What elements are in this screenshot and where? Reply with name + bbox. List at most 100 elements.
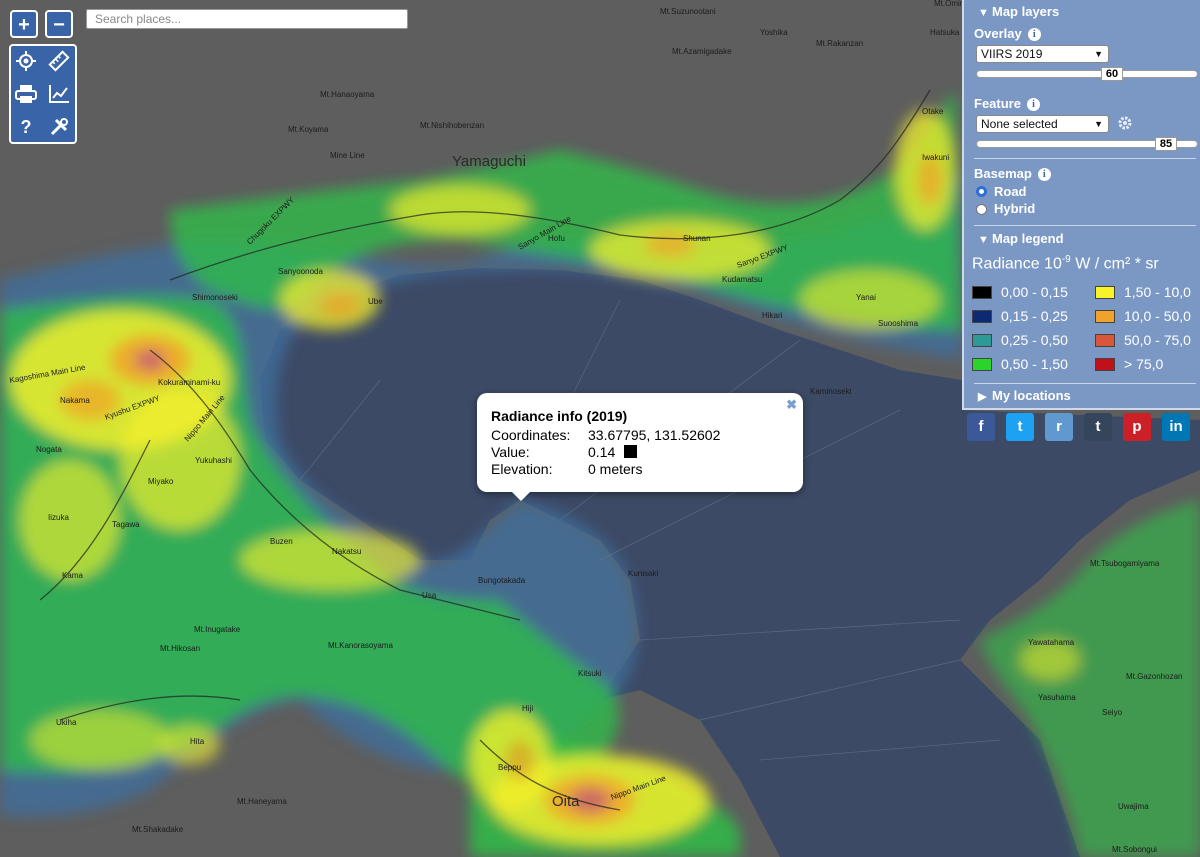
pinterest-icon[interactable]: p (1123, 413, 1151, 441)
tumblr-icon[interactable]: t (1084, 413, 1112, 441)
map-label: Hita (190, 737, 205, 746)
locate-icon[interactable] (11, 46, 41, 76)
map-label: Iizuka (48, 513, 69, 522)
feature-select-value: None selected (981, 117, 1058, 131)
map-label: Buzen (270, 537, 293, 546)
close-icon[interactable]: ✖ (786, 397, 797, 413)
feature-opacity-value[interactable]: 85 (1155, 137, 1177, 151)
map-layers-title: Map layers (992, 4, 1060, 19)
chevron-down-icon: ▼ (978, 234, 989, 246)
map-label: Suooshima (878, 319, 919, 328)
help-icon[interactable]: ? (11, 112, 41, 142)
map-label: Usa (422, 591, 437, 600)
overlay-select-value: VIIRS 2019 (981, 47, 1043, 61)
my-locations-header[interactable]: ▶ My locations (964, 385, 1071, 407)
divider (974, 158, 1196, 159)
twitter-icon[interactable]: t (1006, 413, 1034, 441)
legend-swatch (972, 334, 992, 347)
basemap-hybrid-label[interactable]: Hybrid (994, 201, 1035, 216)
linkedin-icon[interactable]: in (1162, 413, 1190, 441)
overlay-label: Overlay (974, 26, 1022, 41)
ruler-icon[interactable] (44, 46, 74, 76)
basemap-road-radio[interactable] (976, 186, 987, 197)
basemap-label: Basemap (974, 166, 1032, 181)
reddit-icon[interactable]: r (1045, 413, 1073, 441)
map-label: Kaminoseki (810, 387, 852, 396)
legend-unit-prefix: Radiance 10 (972, 255, 1062, 273)
legend-range-label: 1,50 - 10,0 (1124, 284, 1191, 300)
map-label: Mt.Tsubogamiyama (1090, 559, 1160, 568)
legend-unit-exponent: -9 (1061, 254, 1071, 265)
basemap-road-label[interactable]: Road (994, 184, 1027, 199)
print-icon[interactable] (11, 79, 41, 109)
gear-icon[interactable] (1117, 115, 1133, 131)
map-label: Hiji (522, 704, 533, 713)
legend-range-label: > 75,0 (1124, 356, 1164, 372)
tool-panel: ? (9, 44, 77, 144)
overlay-opacity-slider[interactable] (976, 70, 1198, 78)
map-label: Seiyo (1102, 708, 1123, 717)
legend-swatch (1095, 310, 1115, 323)
value-label: Value: (491, 444, 530, 460)
legend-swatch (1095, 286, 1115, 299)
facebook-icon[interactable]: f (967, 413, 995, 441)
feature-section: Feature i (974, 96, 1040, 111)
popup-title: Radiance info (2019) (491, 408, 628, 424)
legend-range-label: 50,0 - 75,0 (1124, 332, 1191, 348)
overlay-opacity-value[interactable]: 60 (1101, 67, 1123, 81)
tools-icon[interactable] (44, 112, 74, 142)
zoom-out-button[interactable]: − (45, 10, 73, 38)
map-layers-header[interactable]: ▼ Map layers (964, 1, 1059, 23)
divider (974, 383, 1196, 384)
legend-unit-suffix: W / cm² * sr (1070, 255, 1159, 273)
chart-icon[interactable] (44, 79, 74, 109)
feature-select[interactable]: None selected ▼ (976, 115, 1109, 133)
map-label: Shimonoseki (192, 293, 238, 302)
legend-swatch (972, 358, 992, 371)
map-label: Beppu (498, 763, 521, 772)
map-legend-title: Map legend (992, 231, 1064, 246)
info-icon[interactable]: i (1037, 168, 1051, 181)
legend-swatch (1095, 334, 1115, 347)
elevation-label: Elevation: (491, 461, 553, 477)
basemap-hybrid-radio[interactable] (976, 204, 987, 215)
feature-label: Feature (974, 96, 1021, 111)
map-label: Uwajima (1118, 802, 1149, 811)
zoom-in-button[interactable]: + (10, 10, 38, 38)
map-label: Hatsuka (930, 28, 960, 37)
basemap-section: Basemap i (974, 166, 1051, 181)
info-icon[interactable]: i (1026, 98, 1040, 111)
map-legend-header[interactable]: ▼ Map legend (964, 228, 1064, 250)
map-label: Nakama (60, 396, 90, 405)
overlay-select[interactable]: VIIRS 2019 ▼ (976, 45, 1109, 63)
map-label: Hofu (548, 234, 565, 243)
map-label: Mt.Azamigadake (672, 47, 732, 56)
legend-unit: Radiance 10-9 W / cm² * sr (972, 254, 1159, 273)
map-label: Mt.Shakadake (132, 825, 184, 834)
map-label: Kunisaki (628, 569, 658, 578)
map-label: Yanai (856, 293, 876, 302)
info-icon[interactable]: i (1027, 28, 1041, 41)
map-label: Nakatsu (332, 547, 361, 556)
dropdown-arrow-icon: ▼ (1094, 49, 1103, 59)
search-input[interactable] (86, 9, 408, 29)
my-locations-title: My locations (992, 388, 1071, 403)
map-label: Yoshika (760, 28, 788, 37)
map-label: Kitsuki (578, 669, 602, 678)
radiance-info-popup: Radiance info (2019) ✖ Coordinates: 33.6… (477, 393, 803, 501)
map-label: Oita (552, 793, 580, 810)
map-label: Mt.Kanorasoyama (328, 641, 393, 650)
elevation-value: 0 meters (588, 461, 643, 477)
map-label: Yasuhama (1038, 693, 1076, 702)
map-label: Ukiha (56, 718, 77, 727)
map-label: Mt.Nishihobenzan (420, 121, 484, 130)
value-color-swatch (624, 445, 637, 458)
map-label: Mt.Suzunootani (660, 7, 716, 16)
legend-range-label: 0,50 - 1,50 (1001, 356, 1068, 372)
map-label: Kudamatsu (722, 275, 762, 284)
map-label: Hikari (762, 311, 783, 320)
map-label: Kama (62, 571, 83, 580)
legend-swatch (1095, 358, 1115, 371)
map-label: Bungotakada (478, 576, 526, 585)
map-label: Iwakuni (922, 153, 949, 162)
